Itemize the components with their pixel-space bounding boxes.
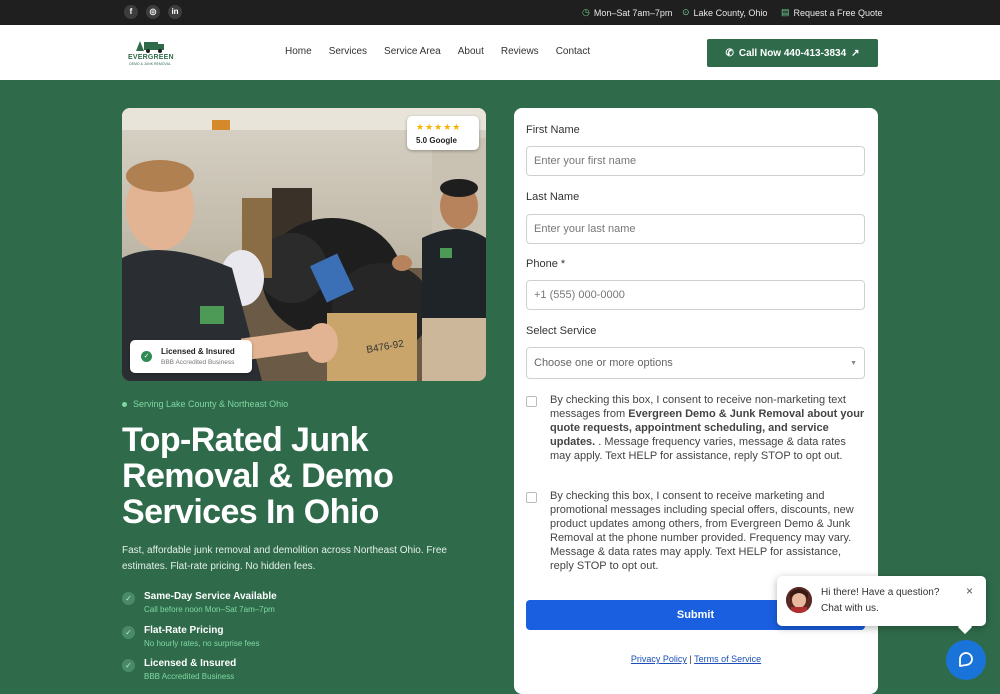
last-name-label: Last Name [526,191,580,203]
facebook-icon[interactable]: f [124,5,138,19]
check-icon: ✓ [122,592,135,605]
hero-description: Fast, affordable junk removal and demoli… [122,545,447,572]
chat-launcher-button[interactable] [946,640,986,680]
feature-subtitle: No hourly rates, no surprise fees [144,639,260,648]
phone-label: Phone * [526,258,566,270]
service-label: Select Service [526,325,597,337]
nav-home[interactable]: Home [285,46,312,57]
rating-text: 5.0 Google [416,136,457,145]
consent-non-marketing-checkbox[interactable] [526,396,537,407]
nav-contact[interactable]: Contact [556,46,590,57]
call-now-button[interactable]: ✆ Call Now 440-413-3834 ↗ [707,39,878,67]
hours-info: ◷ Mon–Sat 7am–7pm [582,7,672,18]
last-name-input[interactable] [526,214,865,244]
document-icon: ▤ [781,7,790,17]
nav-reviews[interactable]: Reviews [501,46,539,57]
nav-about[interactable]: About [458,46,484,57]
links-separator: | [689,654,692,664]
service-select-placeholder: Choose one or more options [534,357,673,369]
call-now-label: Call Now 440-413-3834 [738,47,847,59]
main-nav: EVERGREEN DEMO & JUNK REMOVAL Home Servi… [0,25,1000,80]
chat-tail [957,619,973,635]
consent-non-marketing-text: By checking this box, I consent to recei… [550,393,866,463]
agent-avatar-icon [786,587,812,613]
nav-services[interactable]: Services [329,46,367,57]
top-bar: f ◎ in ◷ Mon–Sat 7am–7pm ⊙ Lake County, … [0,0,1000,25]
consent-marketing-text: By checking this box, I consent to recei… [550,490,854,572]
consent-marketing: By checking this box, I consent to recei… [526,489,866,573]
hours-text: Mon–Sat 7am–7pm [593,7,673,18]
location-text: Lake County, Ohio [693,7,768,18]
consent-non-marketing: By checking this box, I consent to recei… [526,393,866,463]
form-footer-links: Privacy Policy | Terms of Service [514,654,878,664]
phone-input[interactable] [526,280,865,310]
chat-popup[interactable]: Hi there! Have a question? Chat with us.… [777,576,986,635]
first-name-label: First Name [526,124,580,136]
dot-icon [122,401,127,407]
feature-title: Flat-Rate Pricing [144,625,224,636]
logo[interactable]: EVERGREEN DEMO & JUNK REMOVAL [128,37,174,69]
phone-icon: ✆ [725,47,734,59]
arrow-up-right-icon: ↗ [851,47,860,59]
instagram-icon[interactable]: ◎ [146,5,160,19]
logo-wordmark: EVERGREEN [128,54,174,61]
hero-headline: Top-Rated Junk Removal & Demo Services I… [122,421,394,531]
google-rating-badge: ★★★★★ 5.0 Google [407,116,479,150]
feature-subtitle: Call before noon Mon–Sat 7am–7pm [144,605,275,614]
clock-icon: ◷ [582,7,590,17]
tagline-text: Serving Lake County & Northeast Ohio [133,399,289,409]
hero-photo: B476-92 ★★★★★ 5.0 Google ✓ Licensed & In… [122,108,486,381]
nav-service-area[interactable]: Service Area [384,46,441,57]
licensed-subtitle: BBB Accredited Business [161,359,235,366]
nav-links: Home Services Service Area About Reviews… [285,46,590,57]
terms-of-service-link[interactable]: Terms of Service [694,654,761,664]
check-icon: ✓ [141,351,152,362]
feature-title: Licensed & Insured [144,658,237,669]
chat-message: Hi there! Have a question? Chat with us. [821,587,940,614]
licensed-title: Licensed & Insured [161,347,235,356]
service-select[interactable]: Choose one or more options ▼ [526,347,865,379]
logo-subtitle: DEMO & JUNK REMOVAL [129,62,171,66]
hero-tagline: Serving Lake County & Northeast Ohio [122,399,288,409]
chat-bubble-icon [959,652,973,667]
consent-marketing-checkbox[interactable] [526,492,537,503]
location-info: ⊙ Lake County, Ohio [682,7,767,18]
licensed-badge: ✓ Licensed & Insured BBB Accredited Busi… [130,340,252,373]
privacy-policy-link[interactable]: Privacy Policy [631,654,687,664]
quote-link[interactable]: ▤ Request a Free Quote [781,7,883,18]
check-icon: ✓ [122,626,135,639]
feature-title: Same-Day Service Available [144,591,277,602]
close-icon[interactable]: × [966,584,973,598]
location-pin-icon: ⊙ [682,7,690,17]
consent1-text-c: . Message frequency varies, message & da… [550,436,846,462]
truck-tree-icon [136,41,164,53]
check-icon: ✓ [122,659,135,672]
feature-subtitle: BBB Accredited Business [144,672,235,681]
feature-item: ✓ Licensed & Insured BBB Accredited Busi… [122,658,236,681]
rating-stars: ★★★★★ [416,122,462,132]
chevron-down-icon: ▼ [850,359,857,367]
quote-text: Request a Free Quote [793,7,883,18]
linkedin-icon[interactable]: in [168,5,182,19]
avatar [786,587,812,613]
feature-item: ✓ Flat-Rate Pricing No hourly rates, no … [122,625,260,648]
first-name-input[interactable] [526,146,865,176]
feature-item: ✓ Same-Day Service Available Call before… [122,591,277,614]
